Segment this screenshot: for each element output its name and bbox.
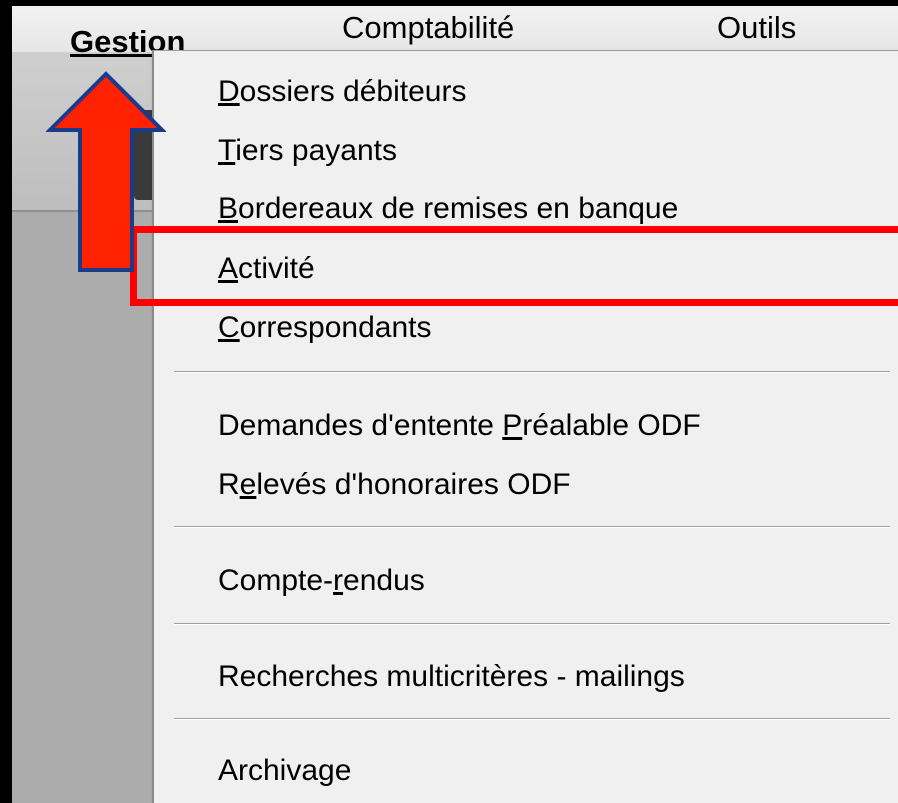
- menu-item-label: iers payants: [235, 134, 397, 167]
- mnemonic-underline: T: [218, 134, 236, 167]
- menu-item-label: levés d'honoraires ODF: [256, 468, 571, 501]
- menu-item-recherches-multicriteres[interactable]: Recherches multicritères - mailings: [218, 657, 685, 697]
- menu-item-correspondants[interactable]: Correspondants: [218, 308, 431, 348]
- menu-outils[interactable]: Outils: [717, 6, 796, 50]
- menu-item-label: Compte-: [218, 564, 334, 597]
- window-frame-top: [0, 0, 898, 6]
- menu-separator: [174, 623, 890, 625]
- menu-item-label: Archiva: [218, 754, 319, 787]
- menu-bar: Gestion Comptabilité Outils: [12, 0, 898, 59]
- menu-item-label: Demandes d'entente: [218, 409, 503, 442]
- menu-separator: [174, 718, 890, 720]
- menu-item-label: ossiers débiteurs: [239, 75, 467, 108]
- gestion-dropdown-menu: Dossiers débiteurs Tiers payants Bordere…: [152, 50, 898, 803]
- screenshot: Gestion Comptabilité Outils Dossiers déb…: [0, 0, 898, 803]
- menu-item-compte-rendus[interactable]: Compte-rendus: [218, 561, 425, 601]
- mnemonic-underline: P: [502, 409, 523, 442]
- menu-item-releves-honoraires[interactable]: Relevés d'honoraires ODF: [218, 465, 571, 505]
- menu-item-label: réalable ODF: [522, 409, 701, 442]
- menu-item-label: endus: [343, 564, 425, 597]
- window-frame-left: [0, 0, 12, 803]
- mnemonic-underline: r: [333, 564, 344, 597]
- arrow-shape: [46, 71, 166, 272]
- mnemonic-underline: B: [218, 192, 239, 225]
- menu-separator: [174, 371, 890, 373]
- menu-item-tiers-payants[interactable]: Tiers payants: [218, 131, 397, 171]
- mnemonic-underline: g: [318, 754, 335, 787]
- menu-item-dossiers-debiteurs[interactable]: Dossiers débiteurs: [218, 72, 466, 112]
- mnemonic-underline: D: [218, 75, 240, 108]
- menu-item-demandes-entente[interactable]: Demandes d'entente Préalable ODF: [218, 406, 701, 446]
- up-arrow-annotation: [46, 71, 166, 272]
- menu-item-bordereaux[interactable]: Bordereaux de remises en banque: [218, 189, 678, 229]
- mnemonic-underline: e: [239, 468, 257, 501]
- menu-item-label: e: [334, 754, 352, 787]
- highlight-annotation-box: [130, 226, 898, 306]
- menu-item-label: ordereaux de remises en banque: [238, 192, 679, 225]
- mnemonic-underline: C: [218, 311, 240, 344]
- menu-comptabilite[interactable]: Comptabilité: [342, 6, 514, 50]
- menu-item-label: R: [218, 468, 240, 501]
- menu-item-archivage[interactable]: Archivage: [218, 751, 351, 791]
- menu-item-label: orrespondants: [239, 311, 432, 344]
- menu-separator: [174, 526, 890, 528]
